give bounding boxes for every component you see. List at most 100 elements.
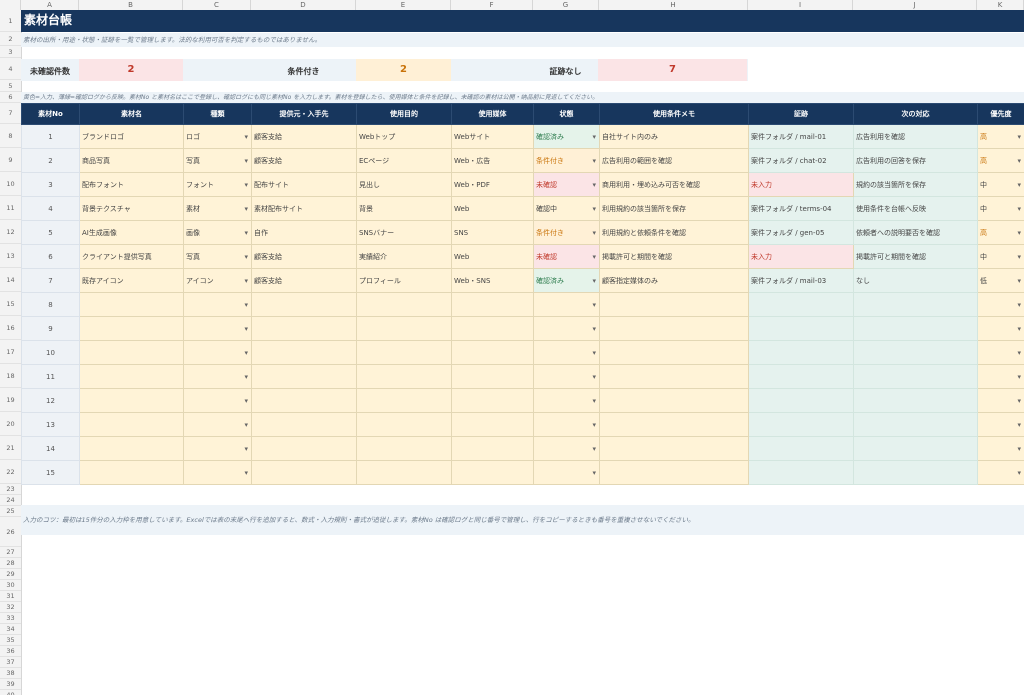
cell-next[interactable]: 依頼者への説明要否を確認 <box>853 220 978 245</box>
cell-source[interactable]: 顧客支給 <box>251 124 357 149</box>
cell-evidence[interactable] <box>748 388 854 413</box>
cell-next[interactable] <box>853 412 978 437</box>
cell-memo[interactable] <box>599 412 749 437</box>
cell-status[interactable] <box>533 340 600 365</box>
cell-memo[interactable]: 利用規約と依頼条件を確認 <box>599 220 749 245</box>
cell-kind[interactable]: アイコン <box>183 268 252 293</box>
cell-priority[interactable]: 高 <box>977 148 1024 173</box>
cell-status[interactable] <box>533 316 600 341</box>
column-letter-f[interactable]: F <box>451 0 533 10</box>
cell-purpose[interactable]: 実績紹介 <box>356 244 452 269</box>
cell-next[interactable] <box>853 292 978 317</box>
cell-media[interactable]: SNS <box>451 220 534 245</box>
row-number-5[interactable]: 5 <box>0 80 21 92</box>
cell-purpose[interactable] <box>356 436 452 461</box>
row-number-9[interactable]: 9 <box>0 148 21 172</box>
cell-source[interactable] <box>251 460 357 485</box>
cell-purpose[interactable] <box>356 340 452 365</box>
cell-priority[interactable] <box>977 292 1024 317</box>
row-number-11[interactable]: 11 <box>0 196 21 220</box>
row-number-38[interactable]: 38 <box>0 668 21 679</box>
cell-name[interactable] <box>79 460 184 485</box>
cell-no[interactable]: 13 <box>21 412 80 437</box>
cell-status[interactable]: 確認中 <box>533 196 600 221</box>
cell-source[interactable] <box>251 412 357 437</box>
cell-memo[interactable]: 顧客指定媒体のみ <box>599 268 749 293</box>
cell-evidence[interactable] <box>748 460 854 485</box>
cell-kind[interactable]: 素材 <box>183 196 252 221</box>
cell-no[interactable]: 14 <box>21 436 80 461</box>
cell-priority[interactable]: 低 <box>977 268 1024 293</box>
row-number-24[interactable]: 24 <box>0 495 21 506</box>
row-number-35[interactable]: 35 <box>0 635 21 646</box>
row-number-37[interactable]: 37 <box>0 657 21 668</box>
cell-purpose[interactable] <box>356 316 452 341</box>
row-number-1[interactable]: 1 <box>0 10 21 32</box>
cell-next[interactable] <box>853 340 978 365</box>
cell-purpose[interactable] <box>356 412 452 437</box>
cell-evidence[interactable]: 案件フォルダ / mail-03 <box>748 268 854 293</box>
row-number-14[interactable]: 14 <box>0 268 21 292</box>
cell-status[interactable]: 未確認 <box>533 244 600 269</box>
row-number-13[interactable]: 13 <box>0 244 21 268</box>
cell-media[interactable] <box>451 460 534 485</box>
row-number-36[interactable]: 36 <box>0 646 21 657</box>
cell-priority[interactable]: 中 <box>977 244 1024 269</box>
cell-name[interactable]: 配布フォント <box>79 172 184 197</box>
cell-status[interactable] <box>533 436 600 461</box>
cell-next[interactable]: 広告利用の回答を保存 <box>853 148 978 173</box>
cell-priority[interactable] <box>977 316 1024 341</box>
cell-priority[interactable]: 高 <box>977 124 1024 149</box>
column-letter-g[interactable]: G <box>533 0 599 10</box>
row-number-17[interactable]: 17 <box>0 340 21 364</box>
cell-no[interactable]: 2 <box>21 148 80 173</box>
cell-source[interactable]: 自作 <box>251 220 357 245</box>
cell-purpose[interactable]: Webトップ <box>356 124 452 149</box>
row-number-19[interactable]: 19 <box>0 388 21 412</box>
cell-name[interactable] <box>79 340 184 365</box>
cell-media[interactable]: Webサイト <box>451 124 534 149</box>
column-letter-a[interactable]: A <box>21 0 79 10</box>
cell-name[interactable] <box>79 388 184 413</box>
row-number-31[interactable]: 31 <box>0 591 21 602</box>
cell-priority[interactable]: 中 <box>977 172 1024 197</box>
cell-priority[interactable] <box>977 388 1024 413</box>
cell-priority[interactable] <box>977 364 1024 389</box>
row-number-10[interactable]: 10 <box>0 172 21 196</box>
cell-priority[interactable]: 中 <box>977 196 1024 221</box>
cell-no[interactable]: 6 <box>21 244 80 269</box>
cell-no[interactable]: 5 <box>21 220 80 245</box>
cell-next[interactable] <box>853 316 978 341</box>
row-number-22[interactable]: 22 <box>0 460 21 484</box>
row-number-23[interactable]: 23 <box>0 484 21 495</box>
cell-source[interactable] <box>251 364 357 389</box>
cell-evidence[interactable]: 未入力 <box>748 244 854 269</box>
column-letter-d[interactable]: D <box>251 0 356 10</box>
cell-evidence[interactable] <box>748 436 854 461</box>
cell-kind[interactable] <box>183 340 252 365</box>
cell-source[interactable]: 顧客支給 <box>251 244 357 269</box>
cell-status[interactable] <box>533 364 600 389</box>
row-number-32[interactable]: 32 <box>0 602 21 613</box>
cell-kind[interactable] <box>183 412 252 437</box>
cell-next[interactable] <box>853 436 978 461</box>
cell-evidence[interactable]: 未入力 <box>748 172 854 197</box>
cell-no[interactable]: 12 <box>21 388 80 413</box>
row-number-20[interactable]: 20 <box>0 412 21 436</box>
cell-evidence[interactable]: 案件フォルダ / gen-05 <box>748 220 854 245</box>
cell-no[interactable]: 15 <box>21 460 80 485</box>
cell-kind[interactable]: 写真 <box>183 148 252 173</box>
cell-evidence[interactable] <box>748 340 854 365</box>
cell-memo[interactable]: 広告利用の範囲を確認 <box>599 148 749 173</box>
cell-no[interactable]: 7 <box>21 268 80 293</box>
cell-media[interactable] <box>451 316 534 341</box>
cell-memo[interactable]: 商用利用・埋め込み可否を確認 <box>599 172 749 197</box>
cell-kind[interactable]: ロゴ <box>183 124 252 149</box>
row-number-27[interactable]: 27 <box>0 547 21 558</box>
cell-media[interactable]: Web・広告 <box>451 148 534 173</box>
cell-kind[interactable] <box>183 460 252 485</box>
column-letter-i[interactable]: I <box>748 0 853 10</box>
cell-kind[interactable]: 画像 <box>183 220 252 245</box>
row-number-16[interactable]: 16 <box>0 316 21 340</box>
row-number-2[interactable]: 2 <box>0 32 21 46</box>
